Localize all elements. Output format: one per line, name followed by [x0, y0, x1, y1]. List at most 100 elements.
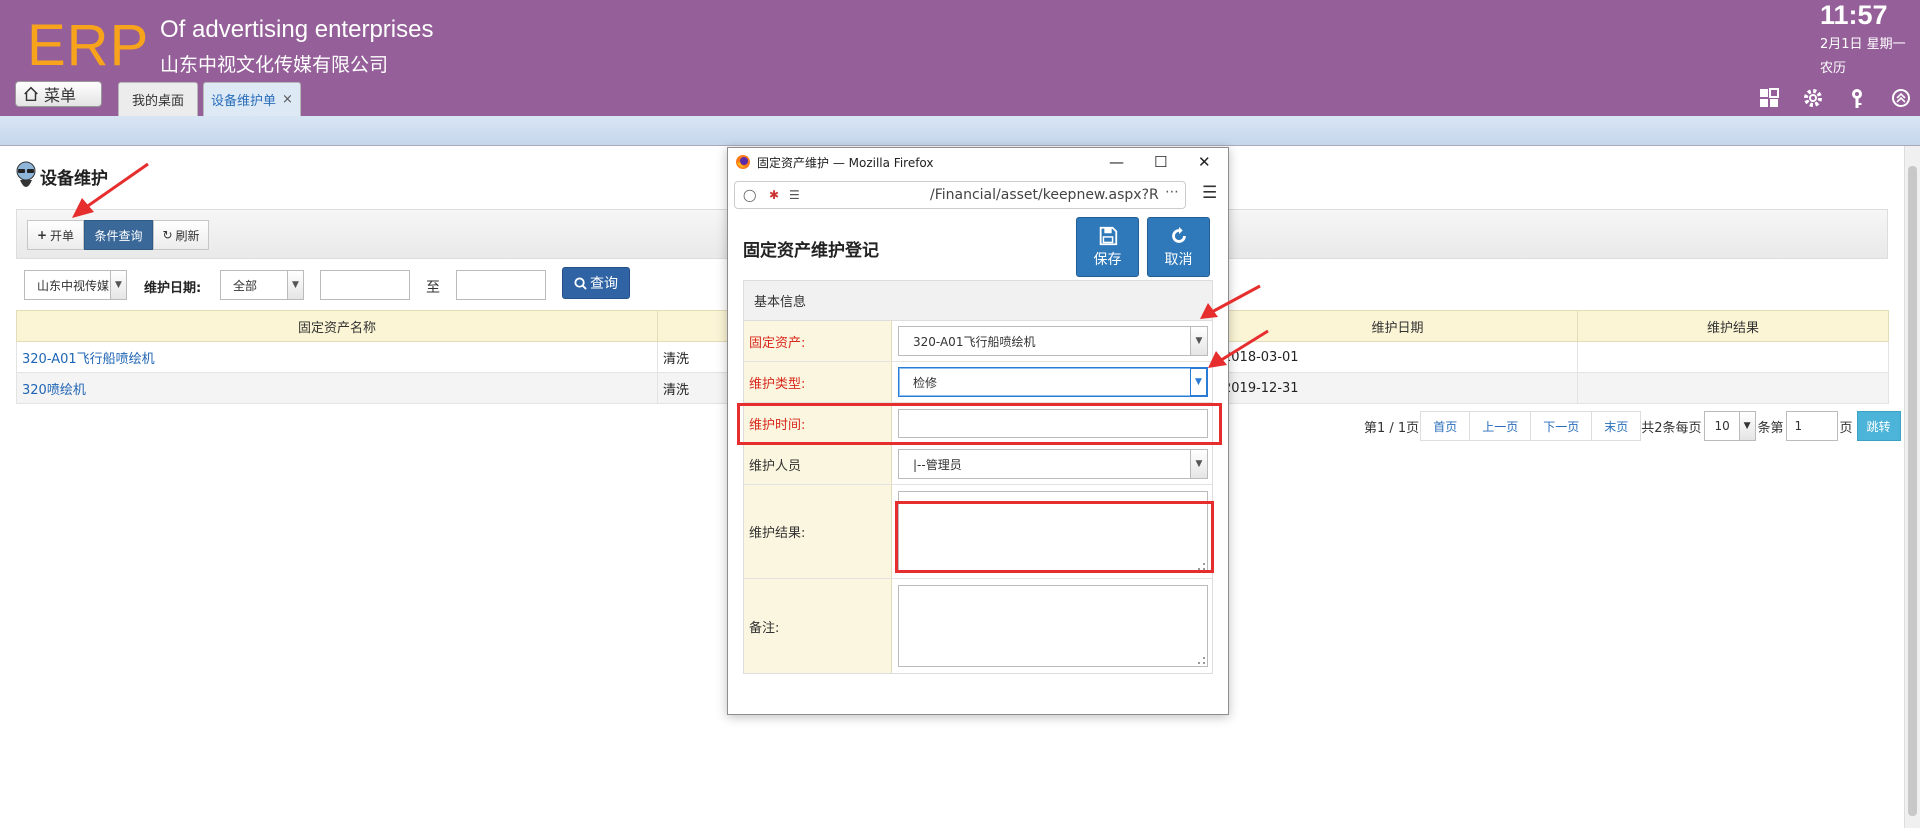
- popup-titlebar[interactable]: 固定资产维护 — Mozilla Firefox — ☐ ✕: [728, 148, 1228, 176]
- tab-equipment-maintenance[interactable]: 设备维护单 ×: [203, 82, 301, 116]
- search-button[interactable]: 查询: [562, 267, 630, 299]
- search-icon: [574, 276, 587, 290]
- date-to-separator: 至: [426, 280, 440, 296]
- chevron-down-icon: ▼: [1738, 412, 1755, 440]
- refresh-button[interactable]: ↻ 刷新: [153, 220, 209, 250]
- tab-my-desktop[interactable]: 我的桌面: [118, 82, 198, 116]
- section-basic-info: 基本信息: [744, 281, 1212, 321]
- remark-label: 备注:: [744, 579, 892, 673]
- asset-link[interactable]: 320喷绘机: [22, 383, 86, 398]
- cancel-button-label: 取消: [1164, 252, 1193, 268]
- date-to-input[interactable]: [456, 270, 546, 300]
- column-header-asset-name[interactable]: 固定资产名称: [16, 310, 658, 342]
- save-button-label: 保存: [1093, 252, 1122, 268]
- jump-button[interactable]: 跳转: [1856, 411, 1901, 441]
- maintenance-person-cell: |--管理员 ▼: [892, 444, 1212, 484]
- remark-cell: [892, 579, 1212, 673]
- maximize-icon[interactable]: ☐: [1154, 153, 1167, 171]
- main-menu-label: 菜单: [44, 86, 77, 105]
- save-icon: [1099, 226, 1117, 246]
- company-name-en: Of advertising enterprises: [160, 16, 434, 43]
- main-menu-button[interactable]: 菜单: [15, 81, 102, 107]
- maintenance-person-value: |--管理员: [913, 457, 962, 472]
- hamburger-menu-icon[interactable]: ☰: [1202, 183, 1217, 203]
- prev-page-button[interactable]: 上一页: [1469, 411, 1532, 441]
- first-page-button[interactable]: 首页: [1420, 411, 1471, 441]
- maintenance-person-select[interactable]: |--管理员 ▼: [898, 449, 1208, 479]
- condition-query-label: 条件查询: [94, 228, 143, 243]
- url-bar[interactable]: ◯ ✱ ☰ /Financial/asset/keepnew.aspx?R ⋯: [734, 181, 1186, 209]
- home-icon: [24, 86, 38, 102]
- gear-icon[interactable]: [1801, 86, 1825, 110]
- cell-asset-name: 320喷绘机: [16, 372, 658, 404]
- clock-date: 2月1日 星期一: [1820, 37, 1906, 52]
- maintenance-type-label: 维护类型:: [744, 362, 892, 402]
- plus-icon: +: [36, 228, 48, 242]
- chevron-down-icon: ▼: [287, 271, 303, 299]
- cell-date: 2019-12-31: [1217, 372, 1578, 404]
- minimize-icon[interactable]: —: [1109, 153, 1124, 171]
- app-header: ERP Of advertising enterprises 山东中视文化传媒有…: [0, 0, 1920, 116]
- vertical-scrollbar[interactable]: [1904, 146, 1920, 828]
- clock-time: 11:57: [1820, 0, 1888, 30]
- last-page-button[interactable]: 末页: [1591, 411, 1642, 441]
- highlight-box-maintenance-time: [737, 403, 1222, 445]
- cell-asset-name: 320-A01飞行船喷绘机: [16, 341, 658, 373]
- no-autoplay-icon[interactable]: ✱: [769, 188, 779, 202]
- next-page-button[interactable]: 下一页: [1530, 411, 1593, 441]
- row-fixed-asset: 固定资产: 320-A01飞行船喷绘机 ▼: [744, 321, 1212, 362]
- permissions-icon[interactable]: ☰: [789, 188, 800, 202]
- close-tab-icon[interactable]: ×: [282, 92, 293, 107]
- mascot-icon: [16, 161, 36, 187]
- cancel-button[interactable]: 取消: [1147, 217, 1210, 277]
- cell-result: [1577, 341, 1889, 373]
- firefox-icon: [736, 155, 750, 169]
- basic-info-form: 基本信息 固定资产: 320-A01飞行船喷绘机 ▼ 维护类型: 检修 ▼ 维护…: [743, 280, 1213, 674]
- tab-my-desktop-label: 我的桌面: [131, 94, 184, 109]
- annotation-arrow-type: [1208, 329, 1269, 368]
- page-number-input[interactable]: 1: [1785, 411, 1838, 441]
- annotation-arrow-open: [72, 162, 149, 218]
- collapse-up-icon[interactable]: [1889, 86, 1913, 110]
- date-range-value: 全部: [233, 278, 258, 293]
- popup-window-title: 固定资产维护 — Mozilla Firefox: [757, 155, 934, 170]
- row-maintenance-person: 维护人员 |--管理员 ▼: [744, 444, 1212, 485]
- date-from-input[interactable]: [320, 270, 410, 300]
- fixed-asset-select[interactable]: 320-A01飞行船喷绘机 ▼: [898, 326, 1208, 356]
- company-select[interactable]: 山东中视传媒 ▼: [24, 270, 127, 300]
- scrollbar-thumb[interactable]: [1908, 166, 1917, 816]
- page-size-unit: 条第: [1757, 420, 1784, 436]
- fixed-asset-cell: 320-A01飞行船喷绘机 ▼: [892, 321, 1212, 361]
- page-size-value: 10: [1714, 419, 1730, 433]
- sub-toolbar-strip: [0, 116, 1920, 146]
- remark-textarea[interactable]: [898, 585, 1208, 667]
- highlight-box-maintenance-result: [895, 501, 1214, 573]
- maintenance-person-label: 维护人员: [744, 444, 892, 484]
- maintenance-date-label: 维护日期:: [144, 281, 202, 296]
- company-select-value: 山东中视传媒: [37, 278, 110, 293]
- condition-query-button[interactable]: 条件查询: [84, 220, 153, 250]
- pagination: 第1 / 1页 首页 上一页 下一页 末页 共2条每页 10 ▼ 条第 1 页 …: [1364, 410, 1901, 442]
- lunar-calendar-link[interactable]: 农历: [1820, 57, 1846, 76]
- maintenance-type-select[interactable]: 检修 ▼: [898, 367, 1208, 397]
- column-header-maintenance-result[interactable]: 维护结果: [1577, 310, 1889, 342]
- page-size-select[interactable]: 10 ▼: [1703, 411, 1756, 441]
- key-icon[interactable]: [1845, 86, 1869, 110]
- date-range-select[interactable]: 全部 ▼: [220, 270, 304, 300]
- asset-link[interactable]: 320-A01飞行船喷绘机: [22, 352, 155, 367]
- erp-logo: ERP: [27, 13, 150, 78]
- maintenance-type-value: 检修: [913, 375, 938, 390]
- search-button-label: 查询: [590, 276, 618, 292]
- total-records: 共2条每页: [1641, 420, 1702, 436]
- save-button[interactable]: 保存: [1076, 217, 1139, 277]
- fixed-asset-value: 320-A01飞行船喷绘机: [913, 334, 1036, 349]
- resize-grip-icon[interactable]: [1198, 657, 1205, 664]
- close-window-icon[interactable]: ✕: [1198, 153, 1211, 171]
- apps-grid-icon[interactable]: [1757, 86, 1781, 110]
- shield-icon: ◯: [743, 188, 757, 202]
- open-order-button[interactable]: + 开单: [27, 220, 84, 250]
- chevron-down-icon: ▼: [1190, 450, 1207, 478]
- open-order-label: 开单: [50, 228, 75, 243]
- more-actions-icon[interactable]: ⋯: [1165, 184, 1179, 200]
- company-name-cn: 山东中视文化传媒有限公司: [160, 54, 389, 76]
